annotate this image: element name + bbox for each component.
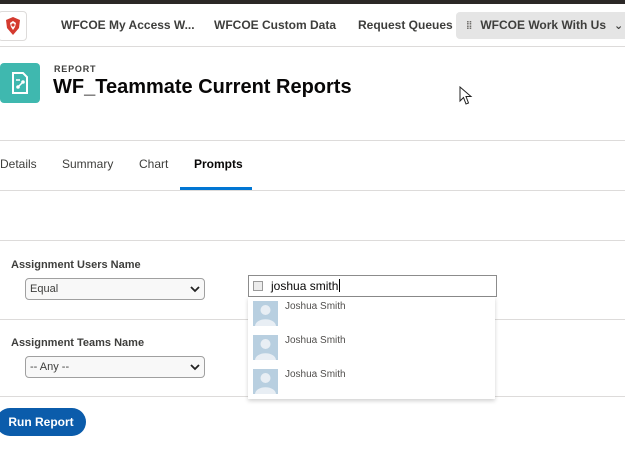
users-lookup-value: joshua smith (271, 279, 339, 293)
report-tabs: Details Summary Chart Prompts (0, 142, 625, 191)
tab-details[interactable]: Details (0, 142, 37, 190)
nav-tab-work-with-us[interactable]: ⁞⁞ WFCOE Work With Us ⌄ (456, 12, 625, 39)
tab-summary[interactable]: Summary (62, 142, 113, 190)
page-header: REPORT WF_Teammate Current Reports (0, 48, 625, 141)
users-filter-label: Assignment Users Name (11, 259, 141, 271)
nav-tab-custom-data[interactable]: WFCOE Custom Data (214, 12, 336, 39)
avatar-icon (253, 301, 278, 326)
suggestion-name: Joshua Smith (285, 335, 346, 346)
suggestion-item[interactable]: Joshua Smith (248, 331, 495, 365)
nav-bar: WFCOE My Access W... WFCOE Custom Data R… (0, 4, 625, 47)
avatar-icon (253, 335, 278, 360)
teams-filter-label: Assignment Teams Name (11, 337, 145, 349)
suggestion-name: Joshua Smith (285, 301, 346, 312)
chevron-down-icon[interactable]: ⌄ (614, 13, 623, 40)
app-window: WFCOE My Access W... WFCOE Custom Data R… (0, 0, 625, 470)
teams-operator-select[interactable]: -- Any -- (25, 356, 205, 378)
suggestion-item[interactable]: Joshua Smith (248, 365, 495, 399)
page-title: WF_Teammate Current Reports (53, 76, 352, 98)
app-launcher-button[interactable] (0, 11, 27, 41)
avatar-icon (253, 369, 278, 394)
lookup-suggestions: Joshua Smith Joshua Smith Joshua Smith (248, 297, 495, 399)
drag-grip-icon[interactable]: ⁞⁞ (466, 13, 472, 40)
lookup-icon (253, 281, 263, 291)
mouse-cursor-icon (459, 86, 473, 105)
lion-logo-icon (5, 17, 20, 35)
section-divider (0, 240, 625, 241)
page-eyebrow: REPORT (54, 64, 97, 74)
chevron-down-icon (190, 286, 200, 293)
tab-chart[interactable]: Chart (139, 142, 168, 190)
chevron-down-icon (190, 364, 200, 371)
suggestion-name: Joshua Smith (285, 369, 346, 380)
nav-tab-my-access[interactable]: WFCOE My Access W... (61, 12, 195, 39)
users-lookup-input[interactable]: joshua smith (248, 275, 497, 297)
suggestion-item[interactable]: Joshua Smith (248, 297, 495, 331)
text-caret (339, 279, 341, 292)
tab-prompts[interactable]: Prompts (180, 142, 252, 190)
run-report-button[interactable]: Run Report (0, 408, 86, 436)
nav-tab-request-queues[interactable]: Request Queues (358, 12, 453, 39)
users-operator-select[interactable]: Equal (25, 278, 205, 300)
report-icon (0, 63, 40, 103)
